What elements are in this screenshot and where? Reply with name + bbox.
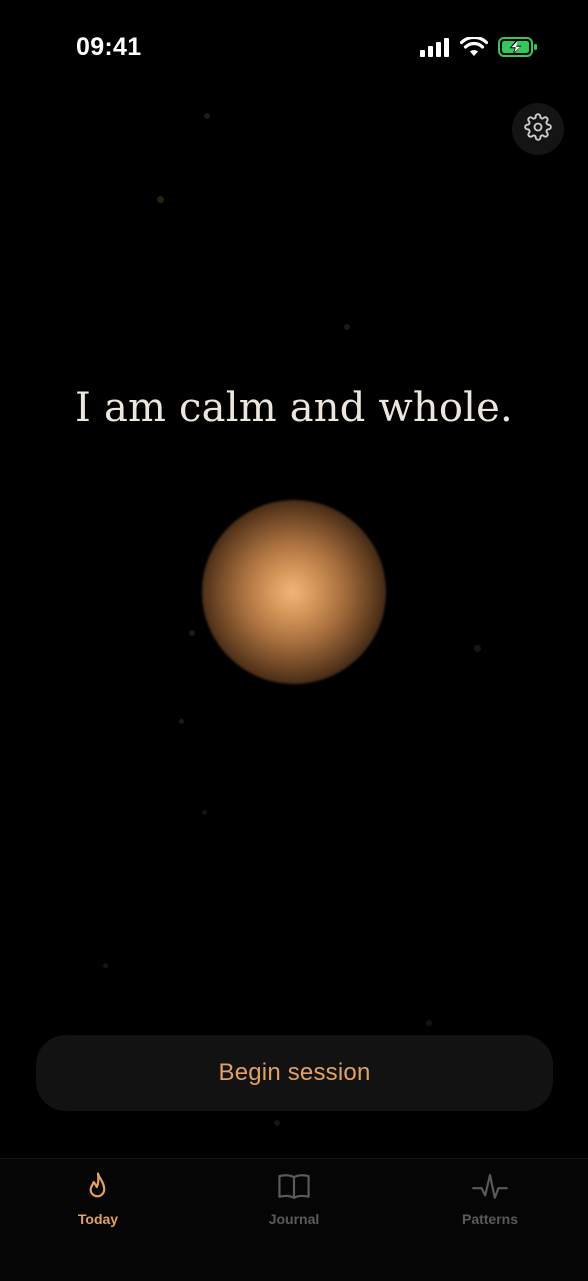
book-icon [276,1169,312,1205]
wifi-icon [459,35,489,62]
tab-patterns-label: Patterns [461,1211,519,1227]
flame-icon [80,1169,116,1205]
status-bar: 09:41 [0,0,588,96]
tab-journal-label: Journal [268,1211,320,1227]
dust-particle [204,113,210,119]
dust-particle [274,1120,280,1126]
dust-particle [202,810,207,815]
status-time: 09:41 [76,33,142,61]
glowing-orb [202,500,386,684]
settings-button[interactable] [512,103,564,155]
dust-particle [103,963,108,968]
dust-particle [157,196,164,203]
tab-today-label: Today [77,1211,119,1227]
tab-bar: Today Journal Patterns [0,1158,588,1281]
dust-particle [426,1020,432,1026]
begin-session-button[interactable]: Begin session [36,1035,553,1111]
affirmation-text: I am calm and whole. [75,385,513,431]
tab-patterns[interactable]: Patterns [430,1169,550,1227]
status-icons [420,35,538,63]
dust-particle [179,719,184,724]
dust-particle [189,630,195,636]
dust-particle [474,645,481,652]
gear-icon [524,112,552,146]
tab-journal[interactable]: Journal [234,1169,354,1227]
battery-charging-icon [498,36,538,63]
pulse-icon [472,1169,508,1205]
tab-today[interactable]: Today [38,1169,158,1227]
dust-particle [344,324,350,330]
signal-icon [420,37,450,62]
